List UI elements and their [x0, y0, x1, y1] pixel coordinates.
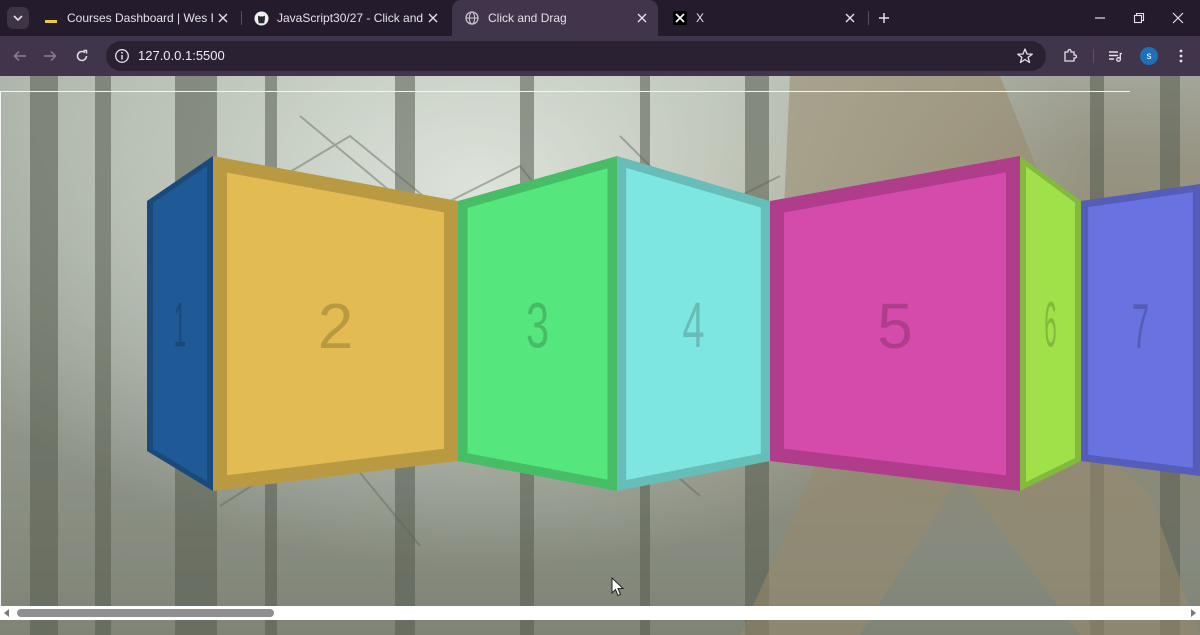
item-card-number: 2 [318, 290, 354, 362]
playlist-icon [1109, 51, 1122, 62]
minimize-button[interactable] [1080, 0, 1120, 36]
restore-button[interactable] [1119, 0, 1159, 36]
restore-icon [1133, 12, 1145, 24]
tab-x[interactable]: X [660, 0, 866, 36]
item-card-number: 3 [526, 290, 549, 361]
toolbar-separator [1093, 49, 1094, 63]
new-tab-button[interactable] [874, 8, 894, 28]
media-control-button[interactable] [1104, 45, 1126, 67]
more-vertical-icon [1179, 49, 1183, 63]
tab-strip: Courses Dashboard | Wes Bos JavaScript30… [0, 0, 1200, 36]
tab-title: Click and Drag [488, 11, 567, 25]
arrow-left-icon [13, 50, 26, 62]
github-icon [253, 10, 269, 26]
item-card-5[interactable]: 5 [770, 156, 1020, 491]
profile-avatar[interactable]: s [1140, 47, 1158, 65]
extensions-button[interactable] [1059, 45, 1081, 67]
url-text[interactable]: 127.0.0.1:5500 [138, 48, 225, 63]
item-card-number: 1 [174, 291, 186, 362]
reload-button[interactable] [70, 44, 94, 68]
tab-click-and-drag[interactable]: Click and Drag [452, 0, 658, 36]
close-icon[interactable] [213, 8, 233, 28]
item-card-2[interactable]: 2 [213, 156, 458, 491]
item-card-7[interactable]: 7 [1081, 184, 1200, 476]
close-window-button[interactable] [1158, 0, 1198, 36]
item-card-number: 4 [682, 291, 704, 362]
tab-title: Courses Dashboard | Wes Bos [67, 11, 213, 25]
browser-toolbar: 127.0.0.1:5500 [0, 36, 1200, 76]
scroll-left-arrow-icon[interactable] [3, 609, 11, 617]
close-icon[interactable] [632, 8, 652, 28]
minimize-icon [1095, 17, 1105, 19]
item-card-number: 6 [1044, 291, 1056, 362]
tab-search-button[interactable] [7, 7, 29, 29]
browser-menu-button[interactable] [1170, 45, 1192, 67]
items-carousel[interactable]: 1 2 3 4 5 6 7 [0, 76, 1200, 635]
forward-button[interactable] [38, 44, 62, 68]
tab-courses-dashboard[interactable]: Courses Dashboard | Wes Bos [31, 0, 239, 36]
close-icon [1172, 12, 1184, 24]
scrollbar-thumb[interactable] [17, 609, 274, 617]
item-card-1[interactable]: 1 [147, 156, 213, 491]
page-viewport: 1 2 3 4 5 6 7 [0, 76, 1200, 635]
item-card-4[interactable]: 4 [617, 156, 770, 491]
x-logo-icon [672, 10, 688, 26]
item-card-3[interactable]: 3 [458, 156, 617, 491]
profile-initial: s [1146, 50, 1152, 62]
puzzle-icon [1064, 48, 1078, 62]
close-icon[interactable] [423, 8, 443, 28]
item-card-number: 5 [877, 290, 913, 362]
scroll-right-arrow-icon[interactable] [1189, 609, 1197, 617]
tab-title: JavaScript30/27 - Click and Drag [277, 11, 423, 25]
reload-icon [76, 49, 88, 62]
tab-title: X [696, 11, 705, 25]
tab-javascript30[interactable]: JavaScript30/27 - Click and Drag [241, 0, 449, 36]
back-button[interactable] [8, 44, 32, 68]
close-icon[interactable] [840, 8, 860, 28]
horizontal-scrollbar[interactable] [0, 606, 1200, 620]
site-info-icon[interactable] [114, 48, 130, 64]
bookmark-star-icon[interactable] [1016, 47, 1034, 65]
globe-icon [464, 10, 480, 26]
wesbos-logo-icon [43, 10, 59, 26]
address-bar[interactable]: 127.0.0.1:5500 [106, 41, 1046, 71]
plus-icon [879, 13, 889, 23]
item-card-6[interactable]: 6 [1020, 156, 1081, 491]
tab-separator [868, 11, 869, 25]
mouse-cursor-icon [611, 577, 625, 597]
chevron-down-icon [13, 15, 23, 22]
item-card-number: 7 [1132, 290, 1149, 363]
arrow-right-icon [44, 50, 57, 62]
